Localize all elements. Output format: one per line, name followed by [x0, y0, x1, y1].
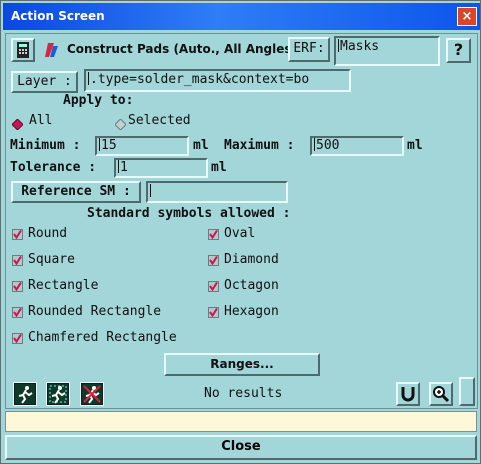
checkbox-rounded-rectangle-label: Rounded Rectangle [28, 304, 162, 319]
calculator-button[interactable] [11, 38, 35, 62]
layer-button[interactable]: Layer : [11, 71, 78, 93]
close-button[interactable]: Close [5, 435, 477, 460]
action-title: Construct Pads (Auto., All Angles) [67, 42, 298, 56]
undo-button[interactable] [396, 382, 420, 406]
minimum-input[interactable]: 15 [95, 136, 189, 156]
stop-run-icon [82, 384, 102, 404]
run-selected-button[interactable] [46, 382, 70, 406]
run-icon [15, 384, 35, 404]
calculator-icon [17, 42, 29, 58]
checkbox-octagon-label: Octagon [224, 278, 279, 293]
radio-selected[interactable] [114, 115, 127, 131]
help-button[interactable]: ? [446, 38, 471, 63]
erf-value-field[interactable]: Masks [334, 36, 440, 66]
maximum-unit: ml [407, 138, 423, 153]
checkbox-square-label: Square [28, 252, 75, 267]
checkbox-chamfered-rectangle[interactable] [12, 333, 23, 344]
title-bar[interactable]: Action Screen × [3, 3, 480, 30]
action-screen-window: Action Screen × Construct Pads (Auto., A… [0, 0, 481, 464]
maximum-value-text: 500 [316, 138, 340, 153]
minimum-unit: ml [193, 138, 209, 153]
checkbox-hexagon[interactable] [208, 307, 219, 318]
checkbox-rectangle-label: Rectangle [28, 278, 99, 293]
run-selected-icon [48, 384, 68, 404]
stop-run-button[interactable] [80, 382, 104, 406]
checkbox-round-label: Round [28, 226, 68, 241]
reference-sm-button[interactable]: Reference SM : [11, 181, 141, 203]
zoom-button[interactable] [429, 382, 453, 406]
resize-handle[interactable] [459, 377, 475, 406]
window-title: Action Screen [11, 9, 105, 23]
checkbox-diamond-label: Diamond [224, 252, 279, 267]
checkbox-octagon[interactable] [208, 281, 219, 292]
checkbox-diamond[interactable] [208, 255, 219, 266]
radio-all[interactable] [11, 115, 24, 131]
checkbox-square[interactable] [12, 255, 23, 266]
ranges-button[interactable]: Ranges... [164, 353, 320, 376]
apply-to-heading: Apply to: [63, 93, 134, 108]
checkbox-rectangle[interactable] [12, 281, 23, 292]
checkbox-hexagon-label: Hexagon [224, 304, 279, 319]
tolerance-value-text: 1 [120, 160, 128, 175]
layer-input[interactable]: .type=solder_mask&context=bo [84, 69, 351, 92]
maximum-input[interactable]: 500 [310, 136, 404, 156]
tolerance-unit: ml [211, 160, 227, 175]
checkbox-oval-label: Oval [224, 226, 256, 241]
run-button[interactable] [13, 382, 37, 406]
symbols-heading: Standard symbols allowed : [87, 206, 291, 221]
minimum-value-text: 15 [101, 138, 117, 153]
checkbox-oval[interactable] [208, 229, 219, 240]
checkbox-round[interactable] [12, 229, 23, 240]
checkbox-chamfered-rectangle-label: Chamfered Rectangle [28, 330, 177, 345]
minimum-label: Minimum : [10, 138, 81, 153]
magnifier-icon [433, 386, 450, 403]
undo-icon [401, 387, 415, 402]
reference-sm-input[interactable] [146, 181, 288, 203]
erf-value-text: Masks [340, 39, 380, 54]
layer-value-text: .type=solder_mask&context=bo [90, 72, 310, 87]
tolerance-label: Tolerance : [10, 160, 97, 175]
construct-pads-icon [42, 40, 62, 60]
checkbox-rounded-rectangle[interactable] [12, 307, 23, 318]
window-close-button[interactable]: × [457, 7, 477, 26]
radio-selected-label: Selected [128, 113, 191, 128]
erf-button[interactable]: ERF: [288, 37, 330, 62]
tolerance-input[interactable]: 1 [114, 158, 208, 178]
radio-all-label: All [29, 113, 53, 128]
results-text: No results [204, 386, 283, 401]
status-bar [5, 411, 477, 432]
maximum-label: Maximum : [224, 138, 295, 153]
main-panel: Construct Pads (Auto., All Angles) ERF: … [5, 33, 478, 409]
